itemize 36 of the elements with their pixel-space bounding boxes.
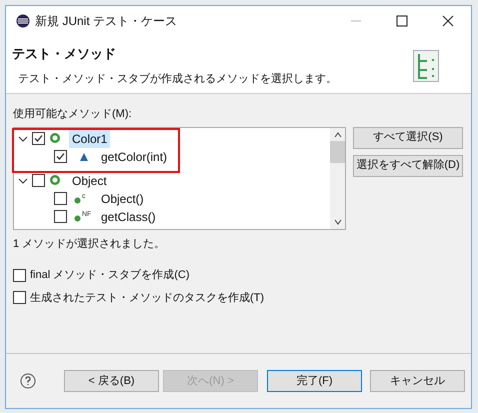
tree-item[interactable]: Object [69, 172, 110, 190]
dialog-button[interactable]: 完了(F) [267, 370, 362, 392]
wizard-icon [413, 50, 439, 82]
dialog-button[interactable]: < 戻る(B) [64, 370, 159, 392]
dialog-button[interactable]: キャンセル [370, 370, 465, 392]
dot-icon [74, 197, 81, 204]
scroll-up-icon[interactable] [334, 132, 342, 138]
checkbox[interactable] [54, 210, 67, 223]
scroll-thumb[interactable] [330, 141, 345, 163]
tree-item[interactable]: Object() [101, 190, 144, 208]
checkbox[interactable] [54, 192, 67, 205]
eclipse-icon [16, 14, 30, 28]
checkbox[interactable] [54, 150, 67, 163]
tree-item[interactable]: Color1 [69, 130, 110, 148]
tree-item[interactable]: getColor(int) [101, 148, 168, 166]
expand-chevron-icon[interactable] [18, 176, 28, 186]
select-button[interactable]: 選択をすべて解除(D) [353, 154, 463, 176]
page-title: テスト・メソッド [12, 45, 117, 63]
scroll-down-icon[interactable] [334, 218, 342, 224]
checkbox[interactable] [32, 132, 45, 145]
status-text: 1 メソッドが選択されました。 [13, 236, 166, 252]
checkbox[interactable] [13, 291, 26, 304]
window-title: 新規 JUnit テスト・ケース [35, 13, 178, 30]
option-label[interactable]: 生成されたテスト・メソッドのタスクを作成(T) [30, 290, 264, 306]
help-icon[interactable] [20, 373, 36, 389]
option-label[interactable]: final メソッド・スタブを作成(C) [30, 267, 190, 284]
tree-item[interactable]: getClass() [101, 208, 156, 226]
scrollbar[interactable] [330, 128, 345, 228]
dot-icon [74, 215, 81, 222]
page-description: テスト・メソッド・スタブが作成されるメソッドを選択します。 [18, 72, 338, 86]
triangle-icon [79, 152, 89, 162]
checkbox[interactable] [32, 174, 45, 187]
checkbox[interactable] [13, 268, 26, 282]
expand-chevron-icon[interactable] [18, 134, 28, 144]
methods-label: 使用可能なメソッド(M): [13, 107, 133, 122]
select-button[interactable]: すべて選択(S) [353, 126, 463, 148]
